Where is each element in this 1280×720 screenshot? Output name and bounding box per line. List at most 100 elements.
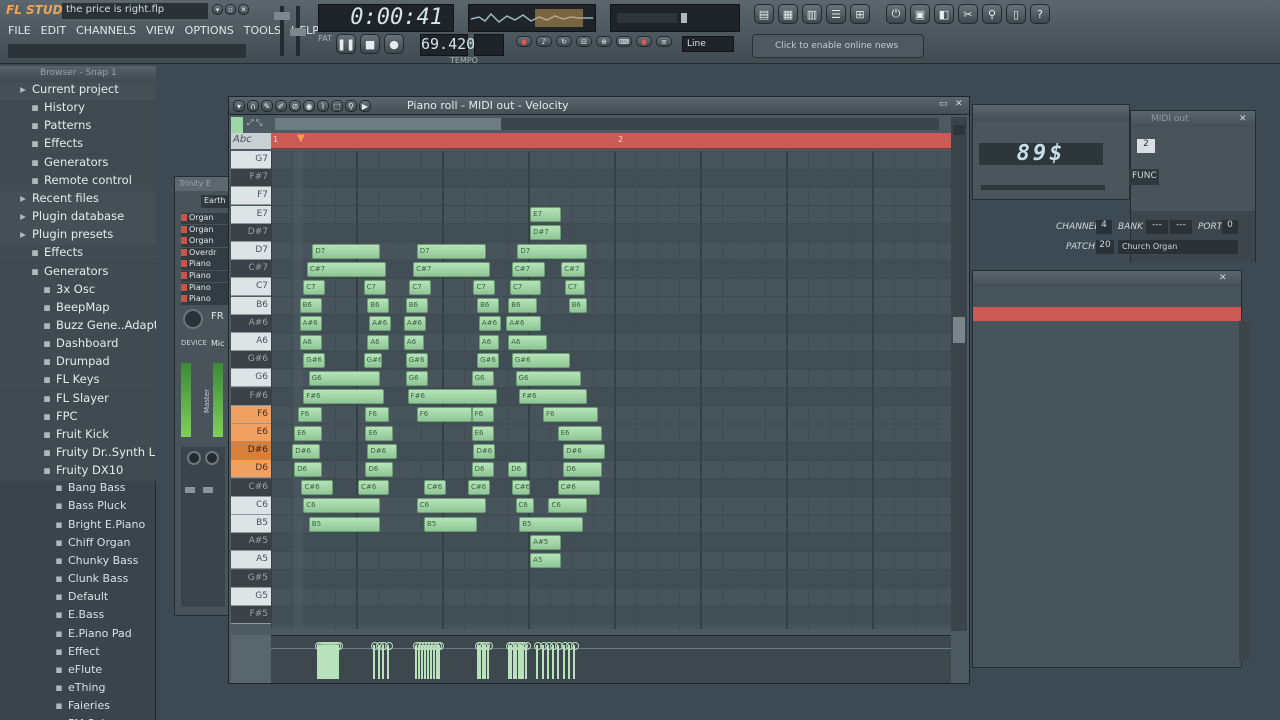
note[interactable]: D#6 bbox=[292, 443, 320, 459]
piano-key[interactable]: A#6 bbox=[231, 314, 271, 333]
step-sequencer-icon[interactable]: ▦ bbox=[778, 4, 798, 24]
note[interactable]: F6 bbox=[542, 407, 598, 423]
note[interactable]: D#6 bbox=[367, 443, 397, 459]
pan-knob-icon[interactable] bbox=[187, 451, 201, 465]
browser-item[interactable]: ▸ Plugin presets bbox=[0, 227, 156, 246]
browser-item[interactable]: ▪ Effects bbox=[0, 245, 156, 264]
playback-icon[interactable]: ▶ bbox=[359, 100, 371, 112]
note[interactable]: C7 bbox=[564, 279, 586, 295]
velocity-bar[interactable] bbox=[416, 642, 425, 679]
note[interactable]: A6 bbox=[299, 334, 322, 350]
velocity-bar[interactable] bbox=[375, 642, 384, 679]
magnet-icon[interactable]: ∩ bbox=[247, 100, 259, 112]
note[interactable]: C6 bbox=[416, 498, 487, 514]
snap-selector[interactable]: Line bbox=[682, 36, 734, 52]
piano-key[interactable]: D#7 bbox=[231, 223, 271, 242]
browser-item[interactable]: ▪ Default bbox=[0, 590, 156, 608]
note[interactable]: F6 bbox=[416, 407, 472, 423]
minimize-icon[interactable]: ▾ bbox=[212, 4, 223, 15]
magnifier-icon[interactable]: ⚲ bbox=[982, 4, 1002, 24]
step-icon[interactable]: ⊟ bbox=[576, 36, 592, 47]
browser-item[interactable]: ▪ FL Slayer bbox=[0, 390, 156, 409]
note[interactable]: E6 bbox=[557, 425, 602, 441]
note[interactable]: G6 bbox=[471, 370, 494, 386]
keyboard-label[interactable]: Abc bbox=[231, 133, 271, 149]
browser-item[interactable]: ▪ Generators bbox=[0, 263, 156, 282]
port-value[interactable]: 0 bbox=[1222, 220, 1238, 234]
note[interactable]: D#7 bbox=[530, 225, 562, 241]
note[interactable]: B5 bbox=[308, 516, 381, 532]
browser-item[interactable]: ▸ Current project bbox=[0, 82, 156, 100]
browser-item[interactable]: ▪ Bright E.Piano bbox=[0, 518, 156, 536]
fader-right[interactable] bbox=[203, 487, 213, 493]
note[interactable]: E6 bbox=[294, 425, 322, 441]
note[interactable]: D6 bbox=[508, 461, 527, 477]
note[interactable]: G#6 bbox=[511, 352, 571, 368]
note[interactable]: C#7 bbox=[306, 261, 386, 277]
velocity-bar[interactable] bbox=[422, 642, 431, 679]
note[interactable]: A6 bbox=[367, 334, 390, 350]
stop-button[interactable]: ■ bbox=[360, 34, 381, 54]
piano-key[interactable]: C#6 bbox=[231, 478, 271, 497]
piano-key[interactable]: E6 bbox=[231, 424, 271, 442]
browser-item[interactable]: ▪ Drumpad bbox=[0, 354, 156, 373]
note[interactable]: D#6 bbox=[473, 443, 496, 459]
mixer-icon[interactable]: ⊞ bbox=[850, 4, 870, 24]
piano-key[interactable]: F#6 bbox=[231, 387, 271, 406]
piano-key[interactable]: G5 bbox=[231, 587, 271, 606]
note[interactable]: C#7 bbox=[511, 261, 545, 277]
note[interactable]: F6 bbox=[471, 407, 494, 423]
midi-out-close-icon[interactable]: ✕ bbox=[1239, 114, 1247, 124]
note-grid[interactable]: D7 C#7 C7 C7 B6 B6 A#6 A#6 A6 A6 G#6 G#6 G6 F#6 F6 F6 E6… bbox=[271, 151, 951, 629]
note[interactable]: B6 bbox=[367, 298, 390, 314]
menu-arrow-icon[interactable]: ▾ bbox=[233, 100, 245, 112]
browser-item[interactable]: ▪ Fruity Dr..Synth Live bbox=[0, 445, 156, 463]
browser-item[interactable]: ▸ Plugin database bbox=[0, 209, 156, 228]
note[interactable]: F6 bbox=[365, 407, 390, 423]
note[interactable]: D6 bbox=[471, 461, 494, 477]
note[interactable]: B6 bbox=[405, 298, 428, 314]
pencil-icon[interactable]: ✎ bbox=[261, 100, 273, 112]
timeline-ruler[interactable]: 1 2 ▼ bbox=[271, 133, 951, 149]
note[interactable]: C7 bbox=[363, 279, 386, 295]
record-button[interactable]: ● bbox=[384, 34, 405, 54]
channel-value[interactable]: 4 bbox=[1096, 220, 1112, 234]
browser-item[interactable]: ▪ History bbox=[0, 100, 156, 119]
browser-item[interactable]: ▪ FPC bbox=[0, 408, 156, 427]
velocity-bar[interactable] bbox=[560, 642, 569, 679]
note[interactable]: D#6 bbox=[563, 443, 606, 459]
tempo-display[interactable]: 69.420 bbox=[420, 34, 475, 56]
piano-key[interactable]: G#6 bbox=[231, 351, 271, 370]
blend-icon[interactable]: ⊕ bbox=[596, 36, 612, 47]
save-icon[interactable]: ▣ bbox=[910, 4, 930, 24]
browser-item[interactable]: ▪ Effects bbox=[0, 136, 156, 155]
browser-item[interactable]: ▪ Clunk Bass bbox=[0, 572, 156, 590]
mute-icon[interactable]: ◉ bbox=[303, 100, 315, 112]
help-icon[interactable]: ? bbox=[1030, 4, 1050, 24]
menu-channels[interactable]: CHANNELS bbox=[76, 24, 136, 42]
select-icon[interactable]: ⬚ bbox=[331, 100, 343, 112]
browser-item[interactable]: ▪ Generators bbox=[0, 154, 156, 173]
pattern-selector[interactable] bbox=[474, 34, 504, 56]
browser-item[interactable]: ▪ E.Piano Pad bbox=[0, 627, 156, 645]
note[interactable]: C7 bbox=[303, 279, 326, 295]
menu-options[interactable]: OPTIONS bbox=[185, 24, 234, 42]
note[interactable]: A#6 bbox=[369, 316, 392, 332]
piano-key[interactable]: D#6 bbox=[231, 442, 271, 461]
piano-key[interactable]: F7 bbox=[231, 187, 271, 206]
vertical-scrollbar[interactable] bbox=[951, 117, 967, 631]
browser-item[interactable]: ▪ Remote control bbox=[0, 172, 156, 191]
velocity-bar[interactable] bbox=[384, 642, 393, 679]
browser-item[interactable]: ▪ Faieries bbox=[0, 699, 156, 717]
online-news-bar[interactable]: Click to enable online news bbox=[752, 34, 924, 58]
note[interactable]: A#6 bbox=[403, 316, 426, 332]
velocity-bar[interactable] bbox=[544, 642, 553, 679]
velocity-bar[interactable] bbox=[484, 642, 493, 679]
note[interactable]: G6 bbox=[515, 370, 582, 386]
browser-item[interactable]: ▪ Patterns bbox=[0, 118, 156, 137]
note[interactable]: D6 bbox=[294, 461, 322, 477]
note[interactable]: C7 bbox=[510, 279, 542, 295]
channel-row[interactable]: Organ bbox=[181, 236, 231, 248]
playhead-marker-icon[interactable]: ▼ bbox=[297, 133, 305, 144]
channel-row[interactable]: Organ bbox=[181, 213, 231, 224]
